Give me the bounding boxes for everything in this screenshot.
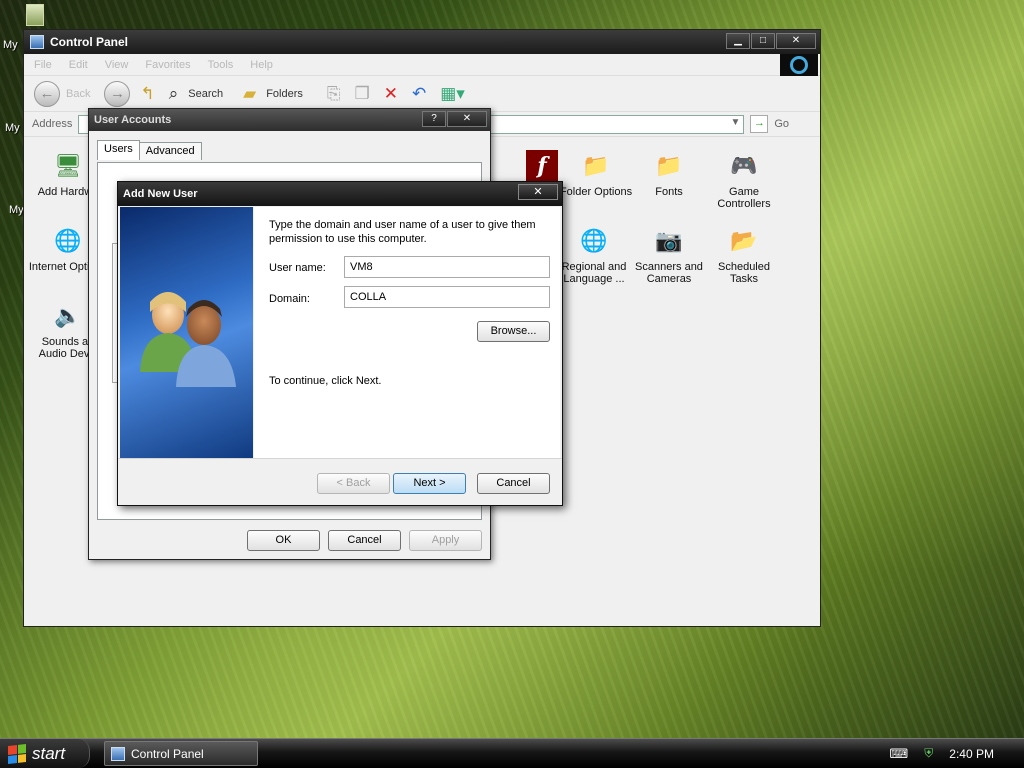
views-icon[interactable]: ▦▾ [440,84,465,104]
title-bar: Control Panel [24,30,820,54]
folder-options-icon: 📁 [582,153,610,178]
regional-icon: 🌐 [580,228,608,253]
menu-edit[interactable]: Edit [69,59,88,71]
wizard-content: Type the domain and user name of a user … [254,207,560,458]
wizard-footer: < Back Next > Cancel [118,458,562,505]
next-button[interactable]: Next > [393,473,466,494]
cp-item-game-controllers[interactable]: 🎮 Game Controllers [704,150,784,210]
cp-item-label: Scanners and Cameras [635,261,703,285]
clock[interactable]: 2:40 PM [949,747,994,761]
add-new-user-dialog: Add New User ✕ Type the domain and user … [117,181,563,506]
menu-help[interactable]: Help [250,59,273,71]
control-panel-icon [30,35,44,49]
menu-bar: File Edit View Favorites Tools Help [24,54,820,76]
cp-item-regional[interactable]: 🌐 Regional and Language ... [554,225,634,285]
close-button[interactable]: ✕ [447,111,487,127]
forward-arrow-icon[interactable]: → [104,80,131,107]
scheduled-tasks-icon: 📂 [730,228,758,253]
desktop-icon-label[interactable]: My [5,122,20,134]
flash-icon: f [526,150,558,182]
cp-item-label: Folder Options [559,186,633,198]
desktop-shortcut-icon[interactable] [26,4,44,26]
close-button[interactable]: ✕ [776,33,816,49]
go-button[interactable]: Go [774,118,789,130]
maximize-button[interactable]: □ [751,33,775,49]
windows-logo-icon [780,54,818,76]
windows-flag-icon [8,743,26,764]
tab-advanced[interactable]: Advanced [138,142,202,160]
cancel-button[interactable]: Cancel [477,473,550,494]
apply-button[interactable]: Apply [409,530,482,551]
cp-item-label: Game Controllers [717,186,771,210]
up-folder-icon[interactable]: ↰ [140,84,154,104]
cp-item-folder-options[interactable]: 📁 Folder Options [556,150,636,198]
taskbar-item-control-panel[interactable]: Control Panel [104,741,258,766]
ok-button[interactable]: OK [247,530,320,551]
security-icon[interactable]: ⛨ [924,746,933,761]
system-tray: ⌨ ⛨ 2:40 PM [890,739,1024,768]
move-to-icon[interactable]: ⎘ [327,84,341,104]
cp-item-fonts[interactable]: 📁 Fonts [629,150,709,198]
start-button[interactable]: start [0,739,90,768]
username-input[interactable] [344,256,550,278]
window-controls: ? ✕ [422,111,487,127]
wizard-banner [120,207,253,458]
continue-text: To continue, click Next. [269,375,382,387]
keyboard-icon[interactable]: ⌨ [890,746,909,762]
delete-icon[interactable]: ✕ [384,84,398,104]
username-label: User name: [269,262,326,274]
fonts-icon: 📁 [655,153,683,178]
cp-item-scanners[interactable]: 📷 Scanners and Cameras [629,225,709,285]
close-button[interactable]: ✕ [518,184,558,200]
toolbar: ← Back → ↰ ⌕ Search ▰ Folders ⎘ ❐ ✕ ↶ ▦▾ [24,76,820,112]
back-arrow-icon[interactable]: ← [34,80,60,107]
sounds-icon: 🔈 [54,303,82,328]
menu-file[interactable]: File [34,59,52,71]
control-panel-icon [111,746,125,761]
domain-input[interactable] [344,286,550,308]
dropdown-arrow-icon[interactable]: ▼ [730,117,740,128]
title-bar: Add New User [118,182,562,206]
help-button[interactable]: ? [422,111,446,127]
cp-item-scheduled-tasks[interactable]: 📂 Scheduled Tasks [704,225,784,285]
minimize-button[interactable]: ▁ [726,33,750,49]
window-controls: ▁ □ ✕ [726,33,816,49]
window-title: Control Panel [50,35,129,49]
intro-text: Type the domain and user name of a user … [269,219,536,245]
desktop-icon-label[interactable]: My [3,39,18,51]
go-arrow-icon[interactable]: → [750,115,769,133]
menu-view[interactable]: View [105,59,129,71]
desktop-icon-label[interactable]: My [9,204,24,216]
add-hardware-icon: 🖥 [54,153,82,178]
scanners-icon: 📷 [655,228,683,253]
copy-to-icon[interactable]: ❐ [354,84,369,104]
taskbar: start Control Panel ⌨ ⛨ 2:40 PM [0,738,1024,768]
cp-item-label: Regional and Language ... [561,261,627,285]
search-button[interactable]: Search [188,88,223,100]
cancel-button[interactable]: Cancel [328,530,401,551]
menu-favorites[interactable]: Favorites [145,59,190,71]
tab-users[interactable]: Users [97,140,140,160]
address-label: Address [32,118,73,130]
browse-button[interactable]: Browse... [477,321,550,342]
cp-item-label: Scheduled Tasks [718,261,770,285]
back-button[interactable]: Back [66,88,90,100]
internet-options-icon: 🌐 [54,228,82,253]
users-illustration-icon [140,292,236,387]
dialog-title: User Accounts [94,114,172,126]
start-label: start [32,743,66,763]
search-icon[interactable]: ⌕ [169,84,179,104]
taskbar-item-label: Control Panel [131,746,204,761]
back-button[interactable]: < Back [317,473,390,494]
game-controllers-icon: 🎮 [730,153,758,178]
cp-item-label: Fonts [655,186,683,198]
folders-icon[interactable]: ▰ [243,84,256,104]
undo-icon[interactable]: ↶ [412,84,426,104]
tab-bar: Users Advanced [97,140,202,160]
dialog-title: Add New User [123,188,198,200]
menu-tools[interactable]: Tools [208,59,234,71]
domain-label: Domain: [269,293,310,305]
folders-button[interactable]: Folders [266,88,303,100]
